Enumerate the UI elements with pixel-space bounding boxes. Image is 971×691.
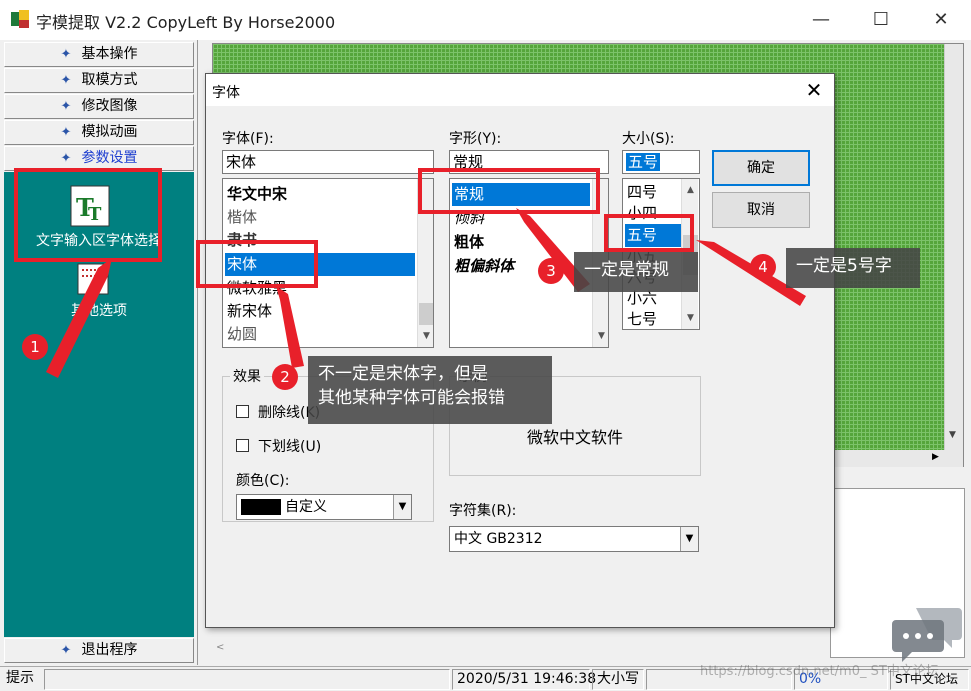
sample-text: 微软中文软件 [526, 428, 623, 447]
scroll-down-icon[interactable]: ▼ [949, 430, 956, 440]
star-icon: ✦ [60, 47, 72, 62]
sidebar-item-basic-ops[interactable]: ✦ 基本操作 [4, 42, 194, 67]
maximize-button[interactable]: ☐ [858, 4, 904, 36]
status-hint: 提示 [6, 670, 34, 686]
dialog-title: 字体 [212, 85, 240, 101]
list-item[interactable]: 七号 [625, 308, 681, 329]
window-titlebar: 字模提取 V2.2 CopyLeft By Horse2000 — ☐ ✕ [0, 0, 971, 40]
scroll-down-icon[interactable]: ▼ [593, 331, 608, 341]
other-options-icon[interactable] [74, 262, 114, 296]
scroll-down-icon[interactable]: ▼ [682, 313, 699, 323]
annotation-marker-3: 3 [538, 258, 564, 284]
annotation-box-1 [14, 168, 162, 262]
star-icon: ✦ [60, 643, 72, 658]
list-item[interactable]: 粗体 [452, 231, 590, 254]
strikeout-checkbox[interactable] [236, 405, 249, 418]
sidebar-item-edit-image[interactable]: ✦ 修改图像 [4, 94, 194, 119]
sidebar-item-sampling-mode[interactable]: ✦ 取模方式 [4, 68, 194, 93]
minimize-button[interactable]: — [798, 4, 844, 36]
other-options-tile-label[interactable]: 其他选项 [4, 300, 194, 320]
color-label: 颜色(C): [236, 473, 290, 489]
scroll-up-icon[interactable]: ▲ [682, 185, 699, 195]
scroll-right-icon[interactable]: ▶ [932, 452, 946, 465]
font-label: 字体(F): [222, 131, 274, 147]
window-title: 字模提取 V2.2 CopyLeft By Horse2000 [36, 13, 336, 32]
list-item[interactable]: 新宋体 [225, 300, 415, 323]
underline-label: 下划线(U) [258, 439, 322, 455]
list-item[interactable]: 幼圆 [225, 323, 415, 346]
annotation-marker-4: 4 [750, 254, 776, 280]
size-input-value: 五号 [626, 153, 661, 171]
canvas-vertical-scrollbar[interactable]: ▼ [944, 44, 963, 450]
list-item[interactable]: 楷体 [225, 206, 415, 229]
scroll-thumb[interactable] [419, 303, 433, 325]
charset-select[interactable]: 中文 GB2312 ▼ [449, 526, 699, 552]
chevron-down-icon[interactable]: ▼ [680, 527, 698, 551]
annotation-box-2 [196, 240, 318, 288]
annotation-note-2-line2: 其他某种字体可能会报错 [318, 388, 505, 408]
star-icon: ✦ [60, 125, 72, 140]
size-input[interactable]: 五号 [622, 150, 700, 174]
annotation-note-4: 一定是5号字 [786, 248, 920, 288]
font-input[interactable]: 宋体 [222, 150, 434, 174]
color-swatch [241, 499, 281, 515]
charset-value: 中文 GB2312 [454, 531, 543, 547]
canvas-horizontal-scrollbar[interactable]: ▶ [830, 450, 963, 467]
size-label: 大小(S): [622, 131, 675, 147]
annotation-note-2: 不一定是宋体字，但是 其他某种字体可能会报错 [308, 356, 552, 424]
annotation-marker-1: 1 [22, 334, 48, 360]
annotation-note-2-line1: 不一定是宋体字，但是 [318, 364, 488, 384]
charset-label: 字符集(R): [449, 503, 517, 519]
annotation-box-3 [418, 168, 600, 214]
sidebar-item-simulate-animation[interactable]: ✦ 模拟动画 [4, 120, 194, 145]
star-icon: ✦ [60, 151, 72, 166]
annotation-note-3: 一定是常规 [574, 252, 698, 292]
dialog-titlebar: 字体 ✕ [206, 74, 834, 106]
ok-button[interactable]: 确定 [712, 150, 810, 186]
chat-bubble-icon [892, 608, 962, 662]
list-item[interactable]: 华文中宋 [225, 183, 415, 206]
style-label: 字形(Y): [449, 131, 502, 147]
star-icon: ✦ [60, 73, 72, 88]
app-icon [11, 10, 29, 28]
status-datetime: 2020/5/31 19:46:38 [452, 669, 596, 690]
cancel-button[interactable]: 取消 [712, 192, 810, 228]
scroll-left-icon[interactable]: < [216, 642, 224, 653]
color-value: 自定义 [285, 499, 327, 515]
font-dialog: 字体 ✕ 字体(F): 宋体 华文中宋 楷体 隶书 宋体 微软雅黑 新宋体 幼圆… [205, 73, 835, 653]
scroll-down-icon[interactable]: ▼ [418, 331, 433, 341]
effects-label: 效果 [230, 366, 264, 386]
exit-button[interactable]: ✦ 退出程序 [4, 638, 194, 663]
list-item[interactable]: 粗偏斜体 [452, 255, 590, 278]
annotation-marker-2: 2 [272, 364, 298, 390]
color-select[interactable]: 自定义 ▼ [236, 494, 412, 520]
underline-checkbox[interactable] [236, 439, 249, 452]
annotation-box-4 [604, 214, 694, 252]
dialog-close-button[interactable]: ✕ [796, 76, 832, 104]
status-caps: 大小写 [592, 669, 644, 690]
star-icon: ✦ [60, 99, 72, 114]
status-message [44, 669, 450, 690]
close-window-button[interactable]: ✕ [918, 4, 964, 36]
chevron-down-icon[interactable]: ▼ [393, 495, 411, 519]
list-item[interactable]: 四号 [625, 181, 681, 204]
